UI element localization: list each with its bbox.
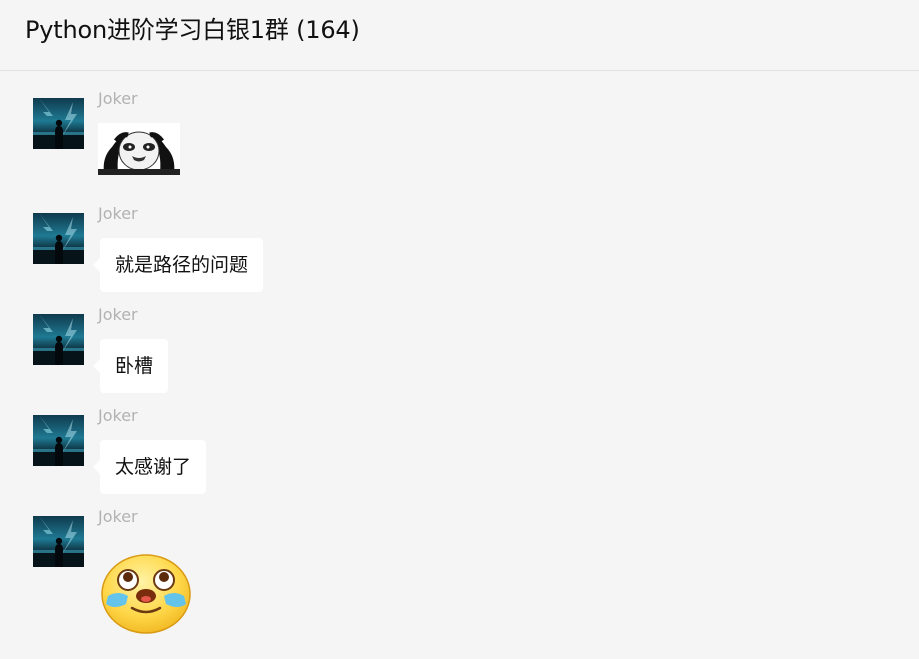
message-bubble[interactable]: 太感谢了 xyxy=(92,440,207,494)
chat-title: Python进阶学习白银1群 (164) xyxy=(25,16,360,44)
crying-face-sticker[interactable] xyxy=(100,552,192,634)
avatar[interactable] xyxy=(33,98,84,149)
sender-name: Joker xyxy=(98,406,138,425)
avatar[interactable] xyxy=(33,213,84,264)
avatar[interactable] xyxy=(33,516,84,567)
sender-name: Joker xyxy=(98,305,138,324)
message-bubble[interactable]: 卧槽 xyxy=(92,339,169,393)
sender-name: Joker xyxy=(98,507,138,526)
panda-meme-sticker[interactable] xyxy=(98,123,180,175)
avatar[interactable] xyxy=(33,314,84,365)
sender-name: Joker xyxy=(98,204,138,223)
message-bubble[interactable]: 就是路径的问题 xyxy=(92,238,264,292)
sender-name: Joker xyxy=(98,89,138,108)
avatar[interactable] xyxy=(33,415,84,466)
chat-header: Python进阶学习白银1群 (164) xyxy=(0,0,919,71)
